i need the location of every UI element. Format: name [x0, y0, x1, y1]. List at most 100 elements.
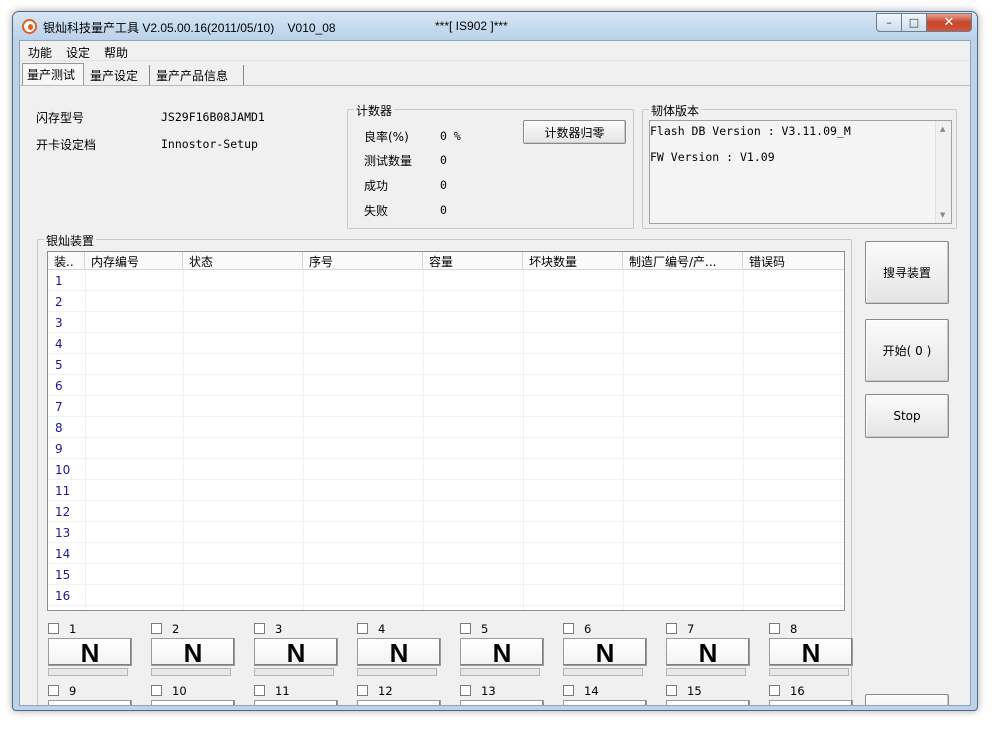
table-row[interactable]: 9 [48, 438, 844, 459]
table-row[interactable]: 7 [48, 396, 844, 417]
port-status-indicator: N [254, 700, 338, 705]
table-row[interactable]: 11 [48, 480, 844, 501]
row-index: 3 [55, 316, 63, 330]
col-status[interactable]: 状态 [183, 252, 303, 269]
table-row[interactable]: 8 [48, 417, 844, 438]
port-checkbox[interactable] [666, 623, 677, 634]
port-progress-bar [666, 668, 746, 676]
port-number: 3 [275, 622, 283, 636]
port-checkbox[interactable] [563, 685, 574, 696]
tab-product-info[interactable]: 量产产品信息 [152, 65, 244, 85]
port-status-indicator: N [460, 700, 544, 705]
col-memory-id[interactable]: 内存编号 [85, 252, 183, 269]
port-status-indicator: N [151, 638, 235, 667]
row-index: 1 [55, 274, 63, 288]
table-row[interactable]: 13 [48, 522, 844, 543]
table-row[interactable]: 14 [48, 543, 844, 564]
row-index: 13 [55, 526, 71, 540]
menu-function[interactable]: 功能 [28, 44, 52, 61]
port-checkbox[interactable] [563, 623, 574, 634]
menu-help[interactable]: 帮助 [104, 44, 128, 61]
table-row[interactable]: 2 [48, 291, 844, 312]
firmware-group-title: 韧体版本 [649, 102, 702, 119]
firmware-scrollbar[interactable]: ▲ ▼ [935, 121, 951, 223]
col-capacity[interactable]: 容量 [423, 252, 523, 269]
port-slot: 11 N [254, 684, 338, 705]
port-status-indicator: N [769, 638, 853, 667]
reset-counter-button[interactable]: 计数器归零 [523, 120, 626, 144]
window-title: 银灿科技量产工具 V2.05.00.16(2011/05/10) V010_08 [43, 21, 336, 35]
scroll-up-icon[interactable]: ▲ [940, 125, 945, 133]
port-checkbox[interactable] [460, 685, 471, 696]
table-row[interactable]: 1 [48, 270, 844, 291]
tab-production-test[interactable]: 量产测试 [22, 63, 84, 85]
row-index: 9 [55, 442, 63, 456]
fail-value: 0 [440, 203, 447, 217]
counter-group-title: 计数器 [354, 102, 395, 119]
table-row[interactable]: 10 [48, 459, 844, 480]
col-manufacturer[interactable]: 制造厂编号/产... [623, 252, 743, 269]
window-title-chip: ***[ IS902 ]*** [435, 19, 508, 33]
port-slot: 6N [563, 622, 647, 676]
port-number: 6 [584, 622, 592, 636]
port-slot: 4N [357, 622, 441, 676]
port-progress-bar [357, 668, 437, 676]
port-checkbox[interactable] [357, 623, 368, 634]
title-bar[interactable]: 银灿科技量产工具 V2.05.00.16(2011/05/10) V010_08… [13, 12, 977, 40]
open-card-label: 开卡设定档 [36, 138, 97, 152]
flash-model-value: JS29F16B08JAMD1 [161, 110, 265, 124]
port-checkbox[interactable] [357, 685, 368, 696]
row-index: 8 [55, 421, 63, 435]
maximize-icon[interactable]: □ [902, 13, 927, 32]
device-list[interactable]: 装.. 内存编号 状态 序号 容量 坏块数量 制造厂编号/产... 错误码 12… [47, 251, 845, 611]
start-button[interactable]: 开始( 0 ) [865, 319, 949, 382]
yield-value: 0 % [440, 129, 461, 143]
leave-button[interactable]: 离开 [865, 694, 949, 705]
scroll-down-icon[interactable]: ▼ [940, 211, 945, 219]
row-index: 12 [55, 505, 71, 519]
client-area: 功能 设定 帮助 量产测试 量产设定 量产产品信息 闪存型号 JS29F16B0… [19, 40, 971, 706]
port-status-indicator: N [254, 638, 338, 667]
minimize-icon[interactable]: – [876, 13, 902, 32]
port-slot: 3N [254, 622, 338, 676]
table-row[interactable]: 5 [48, 354, 844, 375]
table-row[interactable]: 4 [48, 333, 844, 354]
table-row[interactable]: 15 [48, 564, 844, 585]
port-checkbox[interactable] [769, 685, 780, 696]
port-checkbox[interactable] [460, 623, 471, 634]
port-checkbox[interactable] [48, 623, 59, 634]
port-number: 9 [69, 684, 77, 698]
col-serial[interactable]: 序号 [303, 252, 423, 269]
menu-settings[interactable]: 设定 [66, 44, 90, 61]
port-checkbox[interactable] [151, 623, 162, 634]
table-row[interactable]: 16 [48, 585, 844, 606]
port-checkbox[interactable] [151, 685, 162, 696]
table-row[interactable]: 6 [48, 375, 844, 396]
tab-production-settings[interactable]: 量产设定 [86, 65, 150, 85]
row-index: 5 [55, 358, 63, 372]
col-device[interactable]: 装.. [48, 252, 85, 269]
port-checkbox[interactable] [666, 685, 677, 696]
port-checkbox[interactable] [769, 623, 780, 634]
col-bad-blocks[interactable]: 坏块数量 [523, 252, 623, 269]
port-status-indicator: N [563, 638, 647, 667]
port-status-indicator: N [357, 638, 441, 667]
port-status-indicator: N [48, 700, 132, 705]
port-checkbox[interactable] [254, 623, 265, 634]
port-checkbox[interactable] [48, 685, 59, 696]
stop-button[interactable]: Stop [865, 394, 949, 438]
port-status-indicator: N [563, 700, 647, 705]
close-icon[interactable]: ✕ [927, 13, 972, 32]
table-row[interactable]: 12 [48, 501, 844, 522]
row-index: 4 [55, 337, 63, 351]
port-status-indicator: N [666, 700, 750, 705]
row-index: 7 [55, 400, 63, 414]
port-checkbox[interactable] [254, 685, 265, 696]
search-device-button[interactable]: 搜寻装置 [865, 241, 949, 304]
firmware-text-box[interactable]: Flash DB Version : V3.11.09_M FW Version… [649, 120, 952, 224]
table-row[interactable]: 3 [48, 312, 844, 333]
success-value: 0 [440, 178, 447, 192]
tab-divider [20, 85, 970, 86]
col-error-code[interactable]: 错误码 [743, 252, 844, 269]
devices-group: 银灿装置 装.. 内存编号 状态 序号 容量 坏块数量 制造厂编号/产... 错… [37, 232, 853, 705]
